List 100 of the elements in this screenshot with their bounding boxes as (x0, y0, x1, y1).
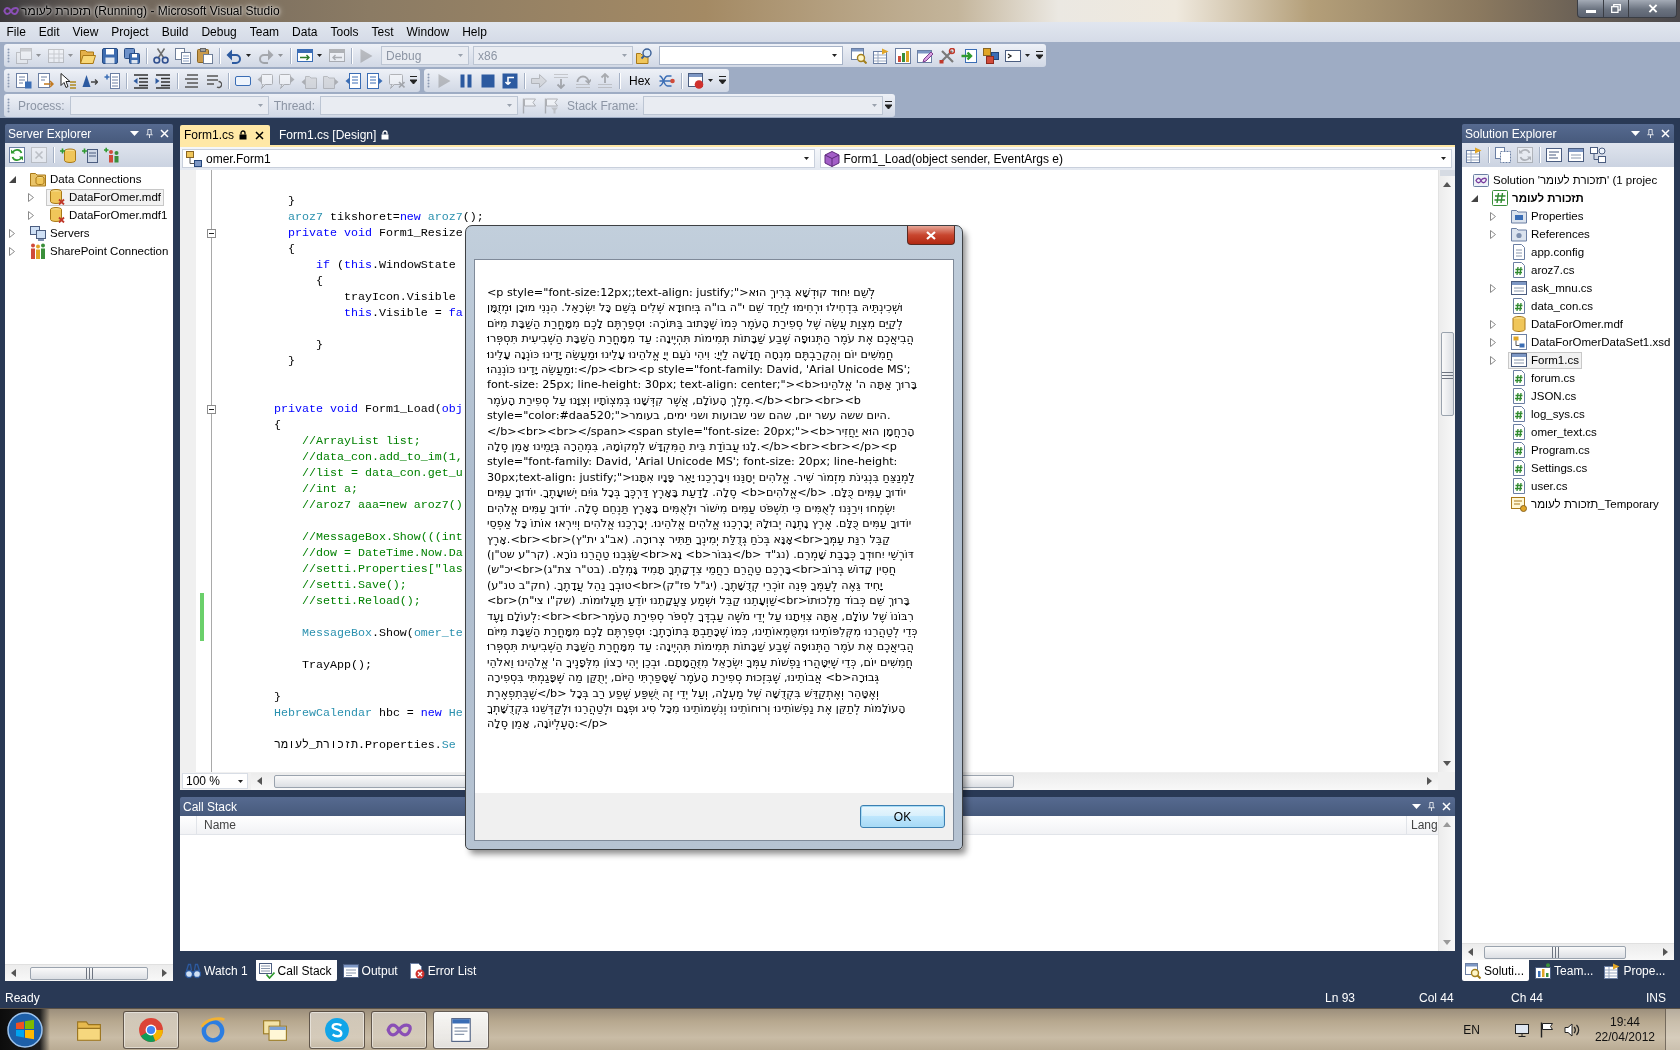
tree-item[interactable]: SharePoint Connection (27, 242, 172, 260)
pin-icon[interactable] (145, 129, 154, 138)
pin-icon[interactable] (1646, 129, 1655, 138)
refresh-icon[interactable] (9, 147, 25, 163)
tree-item[interactable]: DataForOmer.mdf (1508, 315, 1627, 333)
panel-tab[interactable]: Soluti... (1462, 960, 1530, 981)
tree-item[interactable]: DataForOmer.mdf (46, 188, 165, 206)
wavy-lines-dot-icon[interactable] (659, 72, 676, 89)
lines-window-icon[interactable] (1546, 147, 1562, 163)
panel-tab[interactable]: Team... (1532, 960, 1599, 981)
search-field[interactable] (659, 46, 843, 65)
window-pencil-icon[interactable] (917, 47, 933, 64)
grip-icon[interactable] (7, 48, 10, 63)
tree-item[interactable]: References (1508, 225, 1593, 243)
expand-arrow-icon[interactable] (1490, 211, 1496, 221)
taskbar-button[interactable] (309, 1010, 365, 1049)
dropdown-arrow-icon[interactable] (246, 54, 251, 57)
zoom-dropdown[interactable]: 100 % (182, 773, 248, 789)
scroll-left-arrow-icon[interactable] (257, 777, 262, 785)
grip-icon[interactable] (427, 73, 430, 88)
menu-item[interactable]: View (66, 22, 105, 42)
grip-icon[interactable] (7, 73, 10, 88)
expand-arrow-icon[interactable] (1490, 319, 1496, 329)
scroll-right-arrow-icon[interactable] (1663, 948, 1668, 956)
scroll-up-arrow-icon[interactable] (1443, 182, 1451, 187)
window-magnifier-icon[interactable] (851, 47, 867, 64)
panel-tab[interactable]: Output (339, 960, 403, 981)
scrollbar-thumb[interactable] (1440, 332, 1454, 416)
restore-button[interactable] (1604, 0, 1629, 18)
tree-item[interactable]: omer_text.cs (1508, 423, 1600, 441)
tree-item[interactable]: תזכורת לעומר (1489, 189, 1587, 207)
clock-date[interactable]: 22/04/2012 (1594, 1029, 1655, 1045)
scrollbar-thumb[interactable] (30, 966, 148, 980)
outdent-lines-icon[interactable] (133, 72, 149, 89)
dropdown-arrow-icon[interactable] (1412, 802, 1421, 811)
menu-item[interactable]: Tools (323, 22, 365, 42)
page-left-arrow-icon[interactable] (345, 72, 361, 89)
two-floppy-disks-icon[interactable] (124, 47, 140, 64)
tree-item[interactable]: Form1.cs (1508, 351, 1582, 369)
dropdown-arrow-icon[interactable] (317, 54, 322, 57)
stop-icon[interactable] (480, 72, 496, 89)
dialog-button[interactable]: OK (860, 805, 945, 828)
open-folder-icon[interactable] (80, 47, 96, 64)
menu-item[interactable]: File (0, 22, 33, 42)
vertical-scrollbar[interactable] (1438, 170, 1455, 772)
minimize-button[interactable] (1577, 0, 1604, 18)
clipboard-icon[interactable] (197, 47, 213, 64)
expand-arrow-icon[interactable] (28, 210, 34, 220)
expand-arrow-icon[interactable] (1490, 283, 1496, 293)
linked-boxes-icon[interactable] (1590, 147, 1606, 163)
dropdown-arrow-icon[interactable] (1631, 129, 1640, 138)
folder-magnifier-icon[interactable] (636, 47, 652, 64)
toolbar-overflow-icon[interactable] (1036, 51, 1043, 60)
panel-tab[interactable]: Prope... (1601, 960, 1671, 981)
form-window-icon[interactable] (1568, 147, 1584, 163)
scissors-icon[interactable] (153, 47, 169, 64)
column-header[interactable]: Lang (1407, 816, 1438, 834)
clock-time[interactable]: 19:44 (1609, 1014, 1640, 1030)
server-plus-icon[interactable] (82, 147, 98, 163)
taskbar-button[interactable] (123, 1010, 179, 1049)
dropdown-arrow-icon[interactable] (708, 79, 714, 82)
type-dropdown[interactable]: omer.Form1 (182, 149, 815, 168)
monitor-icon[interactable] (1513, 1021, 1530, 1038)
tree-item[interactable]: ask_mnu.cs (1508, 279, 1596, 297)
show-desktop-button[interactable] (1665, 1009, 1680, 1050)
page-arrow-icon[interactable] (38, 72, 54, 89)
stacked-blocks-icon[interactable] (983, 47, 999, 64)
dropdown-arrow-icon[interactable] (130, 129, 139, 138)
language-indicator[interactable]: EN (1463, 1022, 1480, 1037)
expand-arrow-icon[interactable] (1490, 229, 1496, 239)
menu-item[interactable]: Window (400, 22, 456, 42)
close-icon[interactable] (255, 130, 264, 140)
tree-item[interactable]: DataForOmerDataSet1.xsd (1508, 333, 1674, 351)
page-list-icon[interactable] (16, 72, 32, 89)
horizontal-scrollbar[interactable] (5, 964, 173, 981)
tree-item[interactable]: data_con.cs (1508, 297, 1596, 315)
scroll-left-arrow-icon[interactable] (11, 969, 16, 977)
expand-arrow-icon[interactable] (1490, 337, 1496, 347)
page-right-arrow-icon[interactable] (367, 72, 383, 89)
menu-item[interactable]: Team (243, 22, 286, 42)
document-tab[interactable]: Form1.cs [Design] (275, 125, 396, 145)
tree-item[interactable]: log_sys.cs (1508, 405, 1588, 423)
start-orb-icon[interactable] (7, 1011, 43, 1048)
expand-arrow-icon[interactable] (9, 228, 15, 238)
lines-curl-icon[interactable] (206, 72, 222, 89)
tree-item[interactable]: aroz7.cs (1508, 261, 1578, 279)
panel-tab[interactable]: Call Stack (255, 960, 337, 981)
panel-tab[interactable]: Error List (405, 960, 482, 981)
tree-item[interactable]: forum.cs (1508, 369, 1579, 387)
menu-item[interactable]: Help (455, 22, 494, 42)
dropdown-arrow-icon[interactable] (1025, 54, 1030, 57)
toolbar-overflow-icon[interactable] (885, 101, 893, 110)
document-tab[interactable]: Form1.cs (180, 125, 270, 145)
property-grid-icon[interactable] (873, 47, 889, 64)
menu-item[interactable]: Data (285, 22, 324, 42)
toolbar-text-button[interactable]: Hex (625, 73, 655, 88)
close-button[interactable] (907, 226, 955, 245)
taskbar-button[interactable] (433, 1010, 489, 1049)
collapse-arrow-icon[interactable] (8, 175, 16, 183)
arrow-into-box-icon[interactable] (961, 47, 977, 64)
